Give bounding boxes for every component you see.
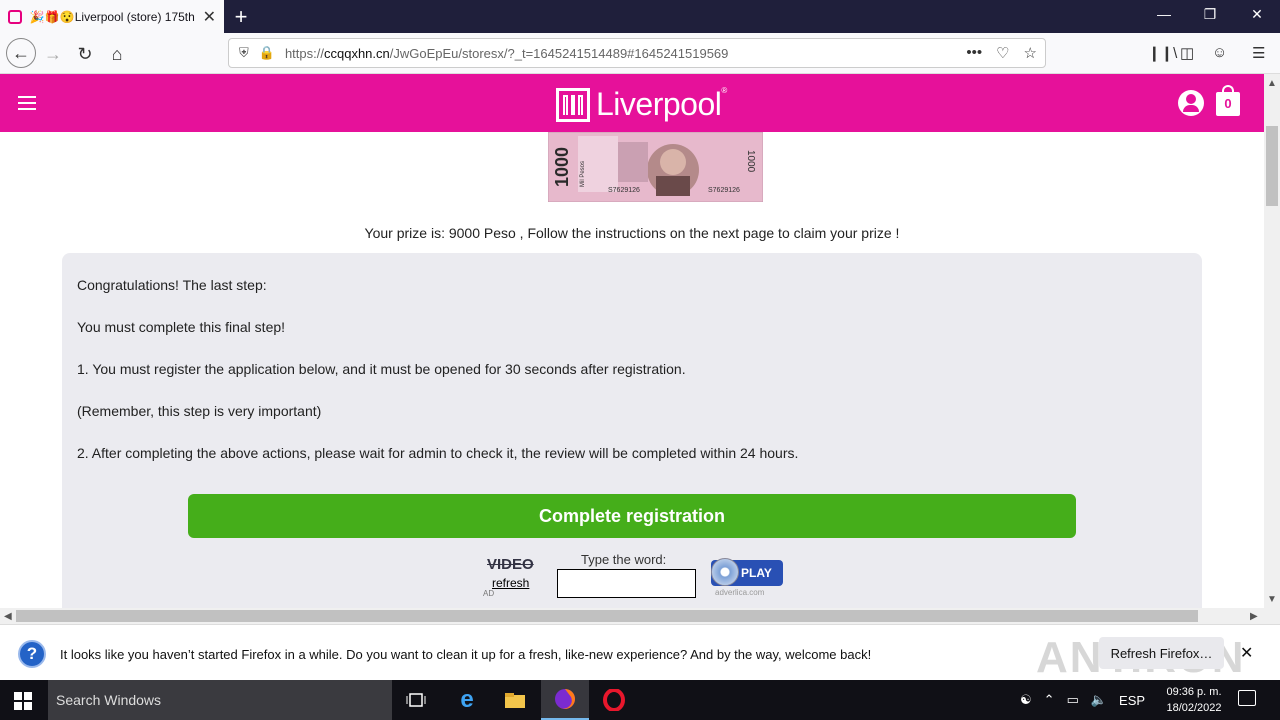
reload-icon[interactable]: ↻ — [72, 41, 98, 67]
instruction-line: 2. After completing the above actions, p… — [77, 445, 799, 461]
browser-tab[interactable]: 🎉🎁😯Liverpool (store) 175th ✕ — [0, 0, 224, 33]
user-account-icon[interactable] — [1178, 90, 1204, 116]
vertical-scroll-thumb[interactable] — [1266, 126, 1278, 206]
banknote-image: 1000 Mil Pesos S7629126 S7629126 1000 — [548, 132, 763, 202]
complete-registration-button[interactable]: Complete registration — [188, 494, 1076, 538]
clock-time: 09:36 p. m. — [1166, 686, 1222, 698]
scroll-up-icon[interactable]: ▲ — [1267, 78, 1277, 89]
new-tab-button[interactable]: + — [230, 4, 252, 30]
lock-icon[interactable]: 🔒 — [259, 45, 275, 61]
banknote-serial-2: S7629126 — [708, 187, 740, 194]
tray-chevron-up-icon[interactable]: ⌃ — [1044, 692, 1055, 708]
refresh-firefox-button[interactable]: Refresh Firefox… — [1099, 637, 1224, 669]
banknote-denomination-edge: 1000 — [745, 150, 756, 173]
instruction-line: You must complete this final step! — [77, 319, 286, 335]
restore-icon[interactable]: ❐ — [1187, 6, 1233, 23]
opera-icon[interactable] — [590, 680, 638, 720]
sidebar-icon[interactable]: ◫ — [1180, 44, 1194, 62]
shield-icon[interactable]: ⛨ — [239, 45, 249, 61]
url-text[interactable]: https://ccqqxhn.cn/JwGoEpEu/storesx/?_t=… — [285, 46, 728, 61]
logo-mark-icon — [556, 87, 590, 122]
task-view-icon[interactable] — [392, 680, 440, 720]
captcha-word-input[interactable] — [557, 569, 696, 598]
language-indicator[interactable]: ESP — [1119, 693, 1145, 708]
scroll-down-icon[interactable]: ▼ — [1267, 594, 1277, 605]
scroll-left-icon[interactable]: ◀ — [4, 611, 12, 622]
firefox-notification-bar: ANY.RUN ? It looks like you haven’t star… — [0, 624, 1280, 682]
forward-arrow-icon[interactable]: → — [40, 41, 66, 67]
site-header: Liverpool ® 0 — [0, 74, 1264, 132]
back-arrow-icon[interactable]: ← — [6, 38, 36, 68]
windows-taskbar: Search Windows e ☯ ⌃ ▭ 🔈 ESP 09:36 p. m.… — [0, 680, 1280, 720]
type-word-label: Type the word: — [581, 552, 667, 567]
logo-registered: ® — [721, 86, 728, 95]
scroll-right-icon[interactable]: ▶ — [1250, 611, 1258, 622]
volume-icon[interactable]: 🔈 — [1091, 692, 1107, 708]
clock-date: 18/02/2022 — [1166, 702, 1222, 714]
horizontal-scroll-thumb[interactable] — [16, 610, 1198, 622]
banknote-serial: S7629126 — [608, 187, 640, 194]
page-viewport: Liverpool ® 0 1000 Mil Pesos S7629126 S7… — [0, 74, 1264, 608]
tab-favicon-icon — [8, 9, 22, 24]
taskbar-clock[interactable]: 09:36 p. m. 18/02/2022 — [1160, 684, 1228, 716]
hamburger-menu-icon[interactable] — [18, 96, 36, 114]
minimize-icon[interactable]: — — [1141, 6, 1187, 22]
pocket-icon[interactable]: ♡ — [996, 44, 1009, 62]
instruction-line: Congratulations! The last step: — [77, 277, 267, 293]
navigation-toolbar: ← → ↻ ⌂ ⛨ 🔒 https://ccqqxhn.cn/JwGoEpEu/… — [0, 33, 1280, 74]
file-explorer-icon[interactable] — [491, 680, 539, 720]
play-disc-icon[interactable] — [711, 558, 739, 586]
prize-text: Your prize is: 9000 Peso , Follow the in… — [364, 225, 900, 241]
captcha-widget: VIDEO refresh AD Type the word: PLAY adv… — [480, 552, 790, 608]
banknote-denomination: 1000 — [552, 147, 572, 187]
home-icon[interactable]: ⌂ — [104, 41, 130, 67]
taskbar-search-box[interactable]: Search Windows — [48, 680, 392, 720]
shopping-bag-icon[interactable]: 0 — [1216, 85, 1240, 116]
tab-title: 🎉🎁😯Liverpool (store) 175th — [29, 9, 195, 24]
bookmark-star-icon[interactable]: ☆ — [1024, 44, 1037, 62]
cart-count: 0 — [1224, 96, 1232, 111]
provider-label: adverlica.com — [715, 588, 765, 597]
url-bar[interactable]: ⛨ 🔒 https://ccqqxhn.cn/JwGoEpEu/storesx/… — [228, 38, 1046, 68]
instruction-line: (Remember, this step is very important) — [77, 403, 322, 419]
refresh-link[interactable]: refresh — [492, 576, 529, 590]
page-actions-icon[interactable]: ••• — [966, 44, 982, 62]
people-icon[interactable]: ☯ — [1020, 692, 1032, 708]
system-tray: ☯ ⌃ ▭ 🔈 ESP — [1020, 680, 1145, 720]
notification-close-icon[interactable]: ✕ — [1240, 643, 1253, 663]
notification-text: It looks like you haven’t started Firefo… — [60, 647, 872, 662]
tab-close-icon[interactable]: ✕ — [203, 7, 216, 27]
window-close-icon[interactable]: ✕ — [1234, 6, 1280, 23]
instruction-line: 1. You must register the application bel… — [77, 361, 686, 377]
account-icon[interactable]: ☺ — [1212, 44, 1227, 61]
library-icon[interactable]: ❙❙\ — [1148, 44, 1177, 62]
banknote-currency: Mil Pesos — [580, 161, 586, 187]
windows-start-icon[interactable] — [14, 692, 32, 710]
menu-icon[interactable]: ☰ — [1252, 44, 1265, 62]
edge-icon[interactable]: e — [443, 680, 491, 720]
tab-bar: 🎉🎁😯Liverpool (store) 175th ✕ + — ❐ ✕ — [0, 0, 1280, 33]
liverpool-logo[interactable]: Liverpool ® — [556, 86, 727, 123]
video-label: VIDEO — [487, 556, 534, 573]
logo-text: Liverpool — [596, 86, 722, 122]
firefox-icon[interactable] — [541, 680, 589, 720]
action-center-icon[interactable] — [1238, 690, 1256, 706]
question-icon: ? — [18, 640, 46, 668]
network-icon[interactable]: ▭ — [1067, 692, 1079, 708]
ad-label: AD — [483, 589, 495, 598]
